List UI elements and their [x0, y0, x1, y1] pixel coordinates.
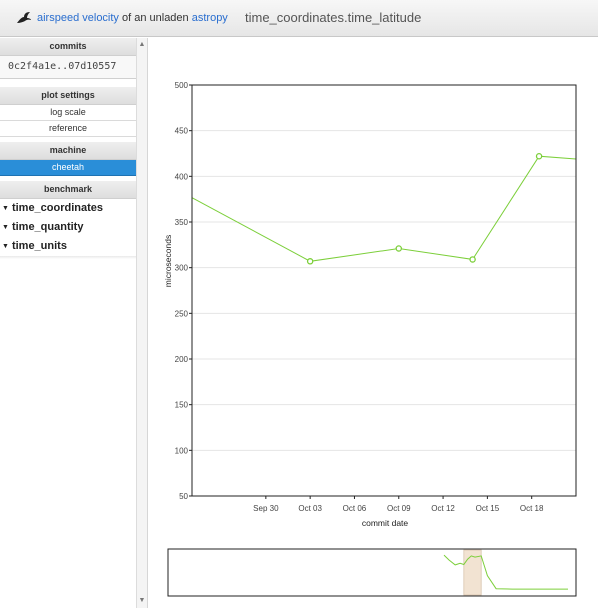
y-axis-ticks: 50 100 150 200 250 300 350 400 450 500: [175, 81, 192, 501]
benchmark-group-label: time_quantity: [11, 221, 84, 233]
overview-chart[interactable]: [167, 548, 577, 597]
brand-text: of an unladen: [118, 12, 192, 24]
machine-header: machine: [0, 142, 136, 160]
x-tick-label: Oct 15: [476, 504, 500, 513]
commits-header: commits: [0, 38, 136, 56]
commits-panel: commits 0c2f4a1e..07d10557: [0, 38, 136, 79]
commit-range[interactable]: 0c2f4a1e..07d10557: [0, 56, 136, 79]
page-title: time_coordinates.time_latitude: [245, 10, 422, 25]
data-point: [469, 256, 476, 263]
benchmark-header: benchmark: [0, 181, 136, 199]
sidebar: commits 0c2f4a1e..07d10557 plot settings…: [0, 38, 148, 608]
y-tick-label: 100: [175, 446, 189, 455]
gridlines: [192, 130, 576, 451]
benchmark-group-time-units[interactable]: ▼ time_units: [0, 237, 136, 256]
brand: airspeed velocity of an unladen astropy: [16, 9, 228, 27]
benchmark-group-time-coordinates[interactable]: ▼ time_coordinates: [0, 199, 136, 218]
benchmark-group-time-quantity[interactable]: ▼ time_quantity: [0, 218, 136, 237]
machine-panel: machine cheetah: [0, 142, 136, 176]
panel-shadow: [0, 256, 136, 259]
x-tick-label: Oct 09: [387, 504, 411, 513]
caret-down-icon: ▼: [2, 243, 9, 250]
x-tick-label: Sep 30: [253, 504, 279, 513]
data-point: [535, 152, 543, 160]
y-tick-label: 450: [175, 127, 189, 136]
plot-series: [192, 152, 576, 265]
project-link[interactable]: astropy: [192, 12, 228, 24]
y-tick-label: 500: [175, 81, 189, 90]
y-tick-label: 400: [175, 172, 189, 181]
plot-settings-panel: plot settings log scale reference: [0, 87, 136, 137]
caret-down-icon: ▼: [2, 224, 9, 231]
asv-home-link[interactable]: airspeed velocity: [37, 12, 119, 24]
sidebar-scrollbar[interactable]: ▲ ▼: [136, 38, 147, 608]
reference-toggle[interactable]: reference: [0, 121, 136, 137]
benchmark-group-label: time_coordinates: [11, 202, 104, 214]
swallow-logo-icon: [17, 12, 31, 23]
benchmark-group-label: time_units: [11, 240, 67, 252]
y-tick-label: 200: [175, 355, 189, 364]
x-tick-label: Oct 03: [298, 504, 322, 513]
x-tick-label: Oct 06: [343, 504, 367, 513]
benchmark-chart[interactable]: 50 100 150 200 250 300 350 400 450 500 Sep 30 Oct …: [150, 38, 590, 608]
y-tick-label: 50: [179, 492, 188, 501]
x-axis-label: commit date: [362, 518, 409, 528]
y-tick-label: 350: [175, 218, 189, 227]
y-tick-label: 300: [175, 264, 189, 273]
machine-option-cheetah[interactable]: cheetah: [0, 160, 136, 176]
caret-down-icon: ▼: [2, 205, 9, 212]
y-tick-label: 250: [175, 309, 189, 318]
y-tick-label: 150: [175, 401, 189, 410]
log-scale-toggle[interactable]: log scale: [0, 105, 136, 121]
plot-settings-header: plot settings: [0, 87, 136, 105]
scroll-down-icon[interactable]: ▼: [138, 596, 146, 606]
x-tick-label: Oct 12: [431, 504, 455, 513]
x-axis-ticks: Sep 30 Oct 03 Oct 06 Oct 09 Oct 12 Oct 15 Oct …: [253, 496, 544, 513]
top-navbar: airspeed velocity of an unladen astropy …: [0, 0, 598, 37]
data-point: [395, 245, 403, 252]
y-axis-label: microseconds: [163, 235, 173, 287]
data-point: [306, 258, 314, 265]
scroll-up-icon[interactable]: ▲: [138, 40, 146, 50]
series-line: [192, 155, 576, 262]
benchmark-panel: benchmark ▼ time_coordinates ▼ time_quanti…: [0, 181, 136, 259]
x-tick-label: Oct 18: [520, 504, 544, 513]
plot-frame: [191, 84, 577, 497]
